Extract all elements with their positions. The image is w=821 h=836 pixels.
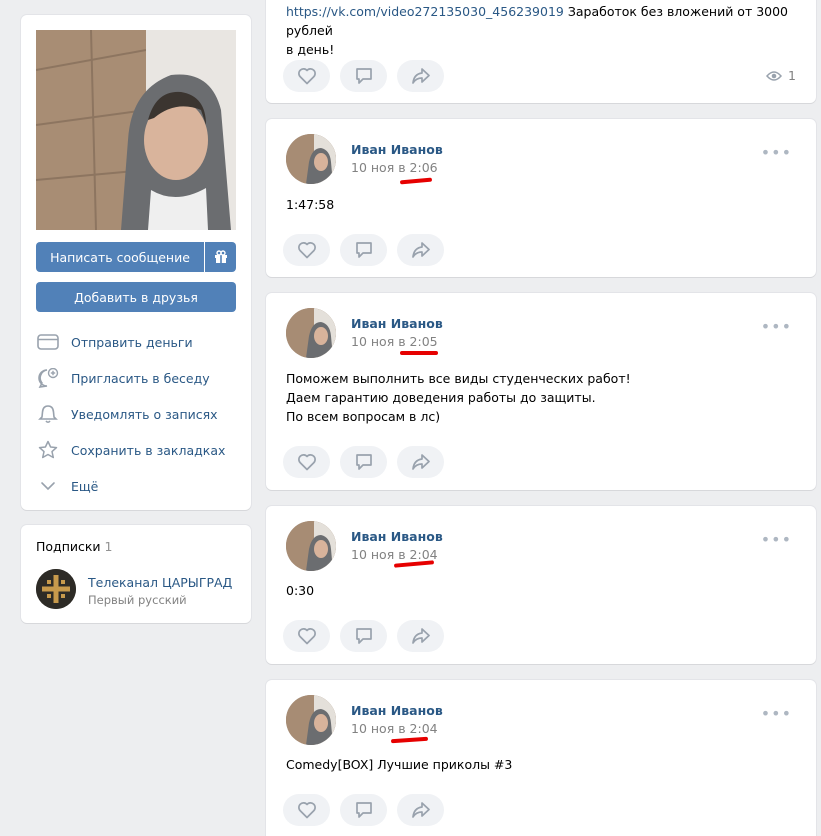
comment-button[interactable] (340, 620, 387, 652)
comment-icon (355, 242, 372, 258)
notify-posts-label: Уведомлять о записях (71, 406, 218, 422)
red-underline-mark (400, 351, 438, 355)
write-message-button[interactable]: Написать сообщение (36, 242, 204, 272)
heart-icon (297, 68, 316, 85)
post-3: Иван Иванов 10 ноя в 2:04 ••• 0:30 (266, 506, 816, 664)
chevron-down-icon (36, 476, 60, 496)
comment-icon (355, 454, 372, 470)
share-button[interactable] (397, 620, 444, 652)
post-author[interactable]: Иван Иванов (351, 316, 443, 331)
subscriptions-count: 1 (104, 539, 113, 554)
post-author[interactable]: Иван Иванов (351, 703, 443, 718)
post-date[interactable]: 10 ноя в 2:04 (351, 721, 438, 736)
post-text: 1:47:58 (286, 197, 335, 212)
comment-icon (355, 628, 372, 644)
share-button[interactable] (397, 794, 444, 826)
post-actions (283, 446, 444, 478)
share-icon (411, 242, 430, 258)
post-author[interactable]: Иван Иванов (351, 529, 443, 544)
share-button[interactable] (397, 446, 444, 478)
post-text: Поможем выполнить все виды студенческих … (286, 371, 631, 424)
bell-icon (36, 404, 60, 424)
share-icon (411, 454, 430, 470)
like-button[interactable] (283, 60, 330, 92)
comment-button[interactable] (340, 234, 387, 266)
profile-card: Написать сообщение Добавить в друзья Отп… (21, 15, 251, 510)
comment-button[interactable] (340, 446, 387, 478)
more-action[interactable]: Ещё (36, 471, 241, 501)
post-author[interactable]: Иван Иванов (351, 142, 443, 157)
add-friend-button[interactable]: Добавить в друзья (36, 282, 236, 312)
share-button[interactable] (397, 60, 444, 92)
more-options-icon[interactable]: ••• (761, 145, 792, 161)
subscriptions-header[interactable]: Подписки 1 (36, 539, 113, 554)
like-button[interactable] (283, 620, 330, 652)
subscriptions-card: Подписки 1 Телеканал ЦАРЫГРАД Первый русс… (21, 525, 251, 623)
views-counter: 1 (766, 68, 796, 83)
share-icon (411, 68, 430, 84)
like-button[interactable] (283, 234, 330, 266)
like-button[interactable] (283, 794, 330, 826)
post-date[interactable]: 10 ноя в 2:06 (351, 160, 438, 175)
author-avatar[interactable] (286, 308, 336, 358)
red-underline-mark (399, 177, 433, 185)
profile-photo[interactable] (36, 30, 236, 230)
gift-icon (214, 250, 227, 263)
post-actions (283, 794, 444, 826)
subscriptions-title: Подписки (36, 539, 101, 554)
send-money-action[interactable]: Отправить деньги (36, 327, 241, 357)
star-icon (36, 440, 60, 460)
heart-icon (297, 802, 316, 819)
post-top-partial: https://vk.com/video272135030_456239019 … (266, 0, 816, 103)
send-money-label: Отправить деньги (71, 334, 193, 350)
more-options-icon[interactable]: ••• (761, 319, 792, 335)
author-avatar[interactable] (286, 695, 336, 745)
author-avatar[interactable] (286, 521, 336, 571)
post-text: https://vk.com/video272135030_456239019 … (286, 2, 806, 59)
more-label: Ещё (71, 478, 99, 494)
subscription-avatar[interactable] (36, 569, 76, 609)
comment-button[interactable] (340, 794, 387, 826)
subscription-name[interactable]: Телеканал ЦАРЫГРАД (88, 575, 232, 590)
post-text: Comedy[BOX] Лучшие приколы #3 (286, 757, 513, 772)
post-actions (283, 234, 444, 266)
post-actions (283, 620, 444, 652)
chat-plus-icon (36, 368, 60, 388)
subscription-subtitle: Первый русский (88, 593, 187, 607)
video-link[interactable]: https://vk.com/video272135030_456239019 (286, 4, 564, 19)
invite-chat-label: Пригласить в беседу (71, 370, 210, 386)
post-1: Иван Иванов 10 ноя в 2:06 ••• 1:47:58 (266, 119, 816, 277)
post-date[interactable]: 10 ноя в 2:05 (351, 334, 438, 349)
post-text: 0:30 (286, 583, 315, 598)
bookmark-action[interactable]: Сохранить в закладках (36, 435, 241, 465)
post-4: Иван Иванов 10 ноя в 2:04 ••• Comedy[BOX… (266, 680, 816, 836)
notify-posts-action[interactable]: Уведомлять о записях (36, 399, 241, 429)
share-icon (411, 802, 430, 818)
more-options-icon[interactable]: ••• (761, 532, 792, 548)
author-avatar[interactable] (286, 134, 336, 184)
share-button[interactable] (397, 234, 444, 266)
invite-chat-action[interactable]: Пригласить в беседу (36, 363, 241, 393)
post-2: Иван Иванов 10 ноя в 2:05 ••• Поможем вы… (266, 293, 816, 490)
post-date[interactable]: 10 ноя в 2:04 (351, 547, 438, 562)
heart-icon (297, 242, 316, 259)
like-button[interactable] (283, 446, 330, 478)
heart-icon (297, 628, 316, 645)
bookmark-label: Сохранить в закладках (71, 442, 226, 458)
card-icon (36, 332, 60, 352)
post-text-line2: в день! (286, 42, 335, 57)
comment-icon (355, 802, 372, 818)
share-icon (411, 628, 430, 644)
views-count: 1 (788, 68, 796, 83)
more-options-icon[interactable]: ••• (761, 706, 792, 722)
eye-icon (766, 70, 783, 81)
send-gift-button[interactable] (205, 242, 236, 272)
comment-icon (355, 68, 372, 84)
red-underline-mark (390, 736, 429, 744)
comment-button[interactable] (340, 60, 387, 92)
heart-icon (297, 454, 316, 471)
post-actions (283, 60, 444, 92)
